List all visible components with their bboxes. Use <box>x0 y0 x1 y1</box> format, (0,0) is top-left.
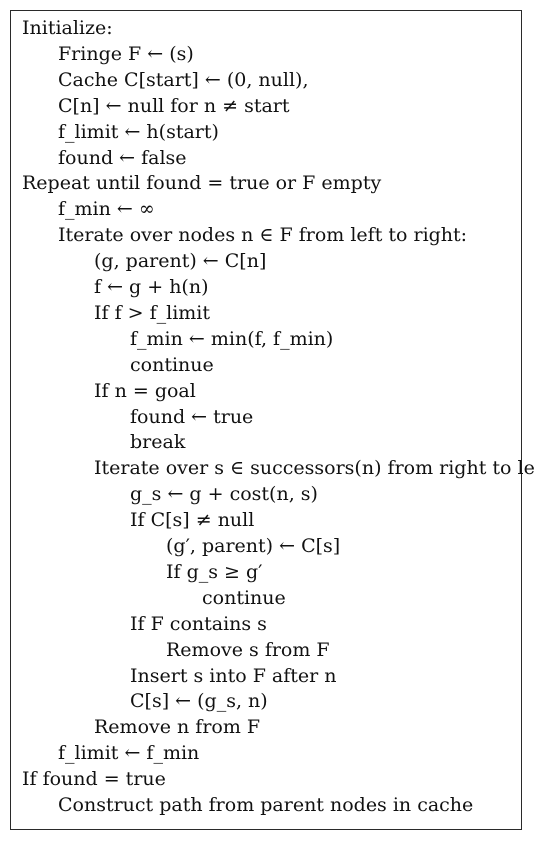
algorithm-line: If C[s] ≠ null <box>130 509 255 532</box>
algorithm-line: C[s] ← (g_s, n) <box>130 690 268 713</box>
algorithm-line: found ← false <box>58 146 187 169</box>
algorithm-line: (g′, parent) ← C[s] <box>166 535 341 557</box>
algorithm-line: Construct path from parent nodes in cach… <box>58 794 474 816</box>
algorithm-line: Iterate over s ∈ successors(n) from righ… <box>94 457 534 480</box>
algorithm-line: Fringe F ← (s) <box>58 42 194 65</box>
algorithm-line: Repeat until found = true or F empty <box>22 172 382 195</box>
algorithm-line: f_min ← min(f, f_min) <box>130 327 334 350</box>
algorithm-line: If F contains s <box>130 612 267 635</box>
algorithm-line: f_limit ← f_min <box>58 742 200 765</box>
algorithm-line: break <box>130 431 186 454</box>
algorithm-line: Initialize: <box>22 17 113 39</box>
algorithm-line: found ← true <box>130 405 254 428</box>
algorithm-line: g_s ← g + cost(n, s) <box>130 483 318 506</box>
algorithm-line: continue <box>130 353 214 376</box>
algorithm-line: C[n] ← null for n ≠ start <box>58 94 290 117</box>
algorithm-line: Iterate over nodes n ∈ F from left to ri… <box>58 224 468 247</box>
algorithm-line: f_min ← ∞ <box>58 198 155 221</box>
algorithm-line: Remove s from F <box>166 638 330 661</box>
algorithm-line: f_limit ← h(start) <box>58 120 219 143</box>
algorithm-line: If g_s ≥ g′ <box>166 560 263 583</box>
algorithm-line: (g, parent) ← C[n] <box>94 250 267 273</box>
algorithm-line: Insert s into F after n <box>130 664 337 687</box>
algorithm-line: If f > f_limit <box>94 301 211 324</box>
algorithm-line: If n = goal <box>94 379 196 402</box>
algorithm-line: f ← g + h(n) <box>94 276 209 298</box>
algorithm-line: Cache C[start] ← (0, null), <box>58 68 309 91</box>
algorithm-line: If found = true <box>22 768 166 791</box>
algorithm-line: continue <box>202 586 286 609</box>
algorithm-box: Initialize: Fringe F ← (s) Cache C[start… <box>10 10 534 830</box>
algorithm-line: Remove n from F <box>94 716 261 739</box>
